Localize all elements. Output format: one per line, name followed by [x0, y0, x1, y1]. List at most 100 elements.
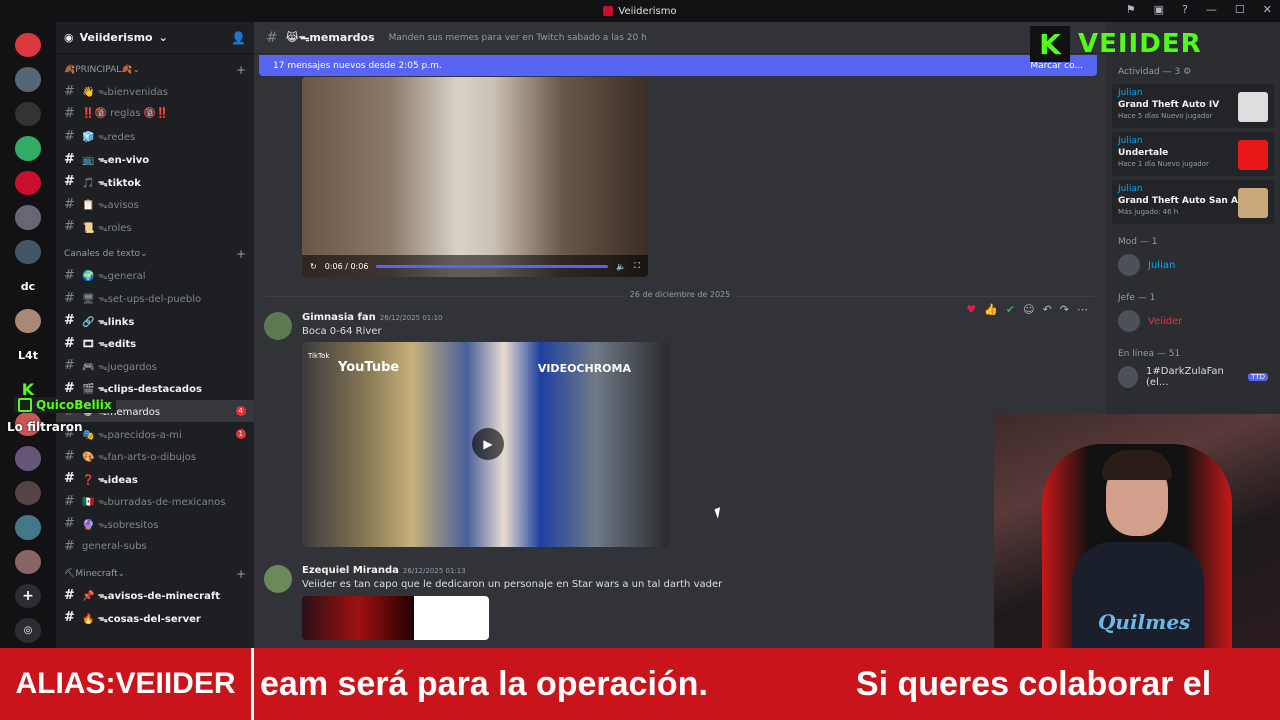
hash-icon: #	[64, 219, 75, 235]
channel-item[interactable]: # 🧊 ᯓredes	[56, 125, 254, 148]
activity-card[interactable]: Julian Grand Theft Auto IV Hace 5 días Nue…	[1112, 84, 1274, 128]
create-channel-icon[interactable]: +	[236, 247, 246, 261]
guild-name: Veiiderismo	[79, 31, 153, 44]
thumbs-up-reaction-icon[interactable]: 👍	[984, 303, 998, 316]
channel-name: 📺 ᯓen-vivo	[82, 155, 150, 167]
server-icon[interactable]: L4t	[15, 343, 41, 367]
server-icon[interactable]	[15, 101, 41, 127]
channel-item[interactable]: # 📺 ᯓen-vivo	[56, 148, 254, 171]
inbox-icon[interactable]: ⚑	[1126, 3, 1136, 16]
avatar[interactable]	[264, 312, 292, 340]
close-button[interactable]: ✕	[1263, 3, 1272, 16]
channel-item[interactable]: # 📜 ᯓroles	[56, 216, 254, 239]
hash-icon: #	[64, 174, 75, 190]
minimize-button[interactable]: —	[1206, 3, 1217, 16]
member-item[interactable]: Julian	[1106, 250, 1280, 280]
channel-item[interactable]: # ‼️🔞 reglas 🔞‼️	[56, 103, 254, 126]
server-icon[interactable]	[15, 205, 41, 230]
message-author[interactable]: Gimnasia fan 26/12/2025 01:10	[302, 312, 443, 323]
channel-item[interactable]: # 🎵 ᯓtiktok	[56, 170, 254, 193]
channel-topic: Manden sus memes para ver en Twitch saba…	[388, 32, 647, 43]
server-icon[interactable]	[15, 136, 41, 161]
heart-reaction-icon[interactable]: ♥	[966, 303, 976, 316]
video-attachment-2[interactable]: TikTok YouTube VIDEOCHROMA ▶	[302, 342, 669, 547]
maximize-button[interactable]: ☐	[1235, 3, 1245, 16]
server-icon[interactable]	[15, 239, 41, 265]
reply-icon[interactable]: ↶	[1043, 303, 1052, 316]
activity-meta: Hace 5 días	[1118, 112, 1159, 120]
create-channel-icon[interactable]: +	[236, 567, 246, 581]
channel-category[interactable]: Canales de texto ⌄ +	[56, 244, 254, 264]
channel-item[interactable]: # 🇲🇽 ᯓburradas-de-mexicanos	[56, 490, 254, 513]
compass-icon[interactable]: ◎	[15, 618, 41, 643]
avatar[interactable]	[264, 565, 292, 593]
video-attachment-1[interactable]: ↻ 0:06 / 0:06 🔈 ⛶	[302, 77, 648, 277]
channel-item[interactable]: # 🌍 ᯓgeneral	[56, 264, 254, 287]
channel-category[interactable]: ⛏Minecraft ⌄ +	[56, 564, 254, 584]
channel-item[interactable]: # 📌 ᯓavisos-de-minecraft	[56, 584, 254, 607]
server-icon[interactable]	[15, 67, 41, 92]
server-icon[interactable]	[15, 446, 41, 471]
server-icon[interactable]	[15, 480, 41, 506]
channel-item[interactable]: # 🎭 ᯓparecidos-a-mi 1	[56, 422, 254, 445]
member-name: 1#DarkZulaFan (el...	[1146, 366, 1224, 388]
image-attachment[interactable]	[302, 596, 489, 640]
author-name[interactable]: Ezequiel Miranda	[302, 565, 399, 576]
chat-bubble-icon	[18, 398, 32, 412]
gear-icon[interactable]: ⚙	[1183, 67, 1191, 77]
channel-item[interactable]: # 👋 ᯓbienvenidas	[56, 80, 254, 103]
channel-item[interactable]: # 🎮 ᯓjuegardos	[56, 355, 254, 378]
channel-item[interactable]: # 🖥 ᯓset-ups-del-pueblo	[56, 287, 254, 310]
streamer-hair	[1102, 450, 1172, 480]
server-icon[interactable]	[15, 308, 41, 333]
channel-name: 🎮 ᯓjuegardos	[82, 361, 157, 373]
window-controls: ⚑ ▣ ? — ☐ ✕	[1126, 3, 1272, 16]
activity-extra: Nuevo jugador	[1157, 160, 1209, 168]
check-reaction-icon[interactable]: ✔	[1006, 303, 1015, 316]
category-name: 🍂PRINCIPAL🍂	[64, 65, 133, 75]
ticker-text-2: Si queres colaborar el	[855, 664, 1212, 703]
new-messages-bar[interactable]: 17 mensajes nuevos desde 2:05 p.m. Marca…	[259, 55, 1097, 76]
channel-category[interactable]: 🍂PRINCIPAL🍂 ⌄ +	[56, 60, 254, 80]
screen-icon[interactable]: ▣	[1154, 3, 1164, 16]
channel-item[interactable]: # 📋 ᯓavisos	[56, 193, 254, 216]
member-item[interactable]: Veiider	[1106, 306, 1280, 336]
add-reaction-icon[interactable]: ☺	[1023, 303, 1034, 316]
server-icon[interactable]	[15, 515, 41, 540]
server-icon[interactable]: dc	[15, 274, 41, 298]
replay-icon[interactable]: ↻	[310, 262, 317, 271]
message-author[interactable]: Ezequiel Miranda 26/12/2025 01:13	[302, 565, 466, 576]
forward-icon[interactable]: ↷	[1060, 303, 1069, 316]
channel-item[interactable]: # 🔗 ᯓlinks	[56, 309, 254, 332]
server-icon[interactable]	[15, 33, 41, 58]
invite-people-icon[interactable]: 👤	[231, 31, 246, 45]
add-server-icon[interactable]: +	[15, 584, 41, 609]
more-icon[interactable]: ⋯	[1077, 303, 1088, 316]
create-channel-icon[interactable]: +	[236, 63, 246, 77]
video-progress-bar[interactable]	[376, 264, 609, 268]
channel-item[interactable]: # general-subs	[56, 535, 254, 558]
member-item[interactable]: 1#DarkZulaFan (el... TTD	[1106, 362, 1280, 392]
kick-logo: K	[1030, 26, 1070, 62]
volume-icon[interactable]: 🔈	[616, 262, 626, 271]
channel-item[interactable]: # 🔥 ᯓcosas-del-server	[56, 606, 254, 629]
channel-name: 🔗 ᯓlinks	[82, 316, 135, 328]
channel-item[interactable]: # 🎨 ᯓfan-arts-o-dibujos	[56, 445, 254, 468]
fullscreen-icon[interactable]: ⛶	[634, 261, 640, 271]
play-icon[interactable]: ▶	[472, 428, 504, 460]
channel-item[interactable]: # 🔮 ᯓsobresitos	[56, 513, 254, 536]
author-name[interactable]: Gimnasia fan	[302, 312, 376, 323]
hash-icon: #	[64, 493, 75, 509]
channel-item[interactable]: # ❓ ᯓideas	[56, 468, 254, 491]
date-divider-label: 26 de diciembre de 2025	[623, 290, 737, 299]
app-root: Veiiderismo ⚑ ▣ ? — ☐ ✕ dc L4t K + ◎ ◉ Veiid…	[0, 0, 1280, 720]
channel-name: 🧊 ᯓredes	[82, 132, 136, 144]
server-icon[interactable]	[15, 549, 41, 574]
activity-card[interactable]: Julian Grand Theft Auto San Andr... Más ju…	[1112, 180, 1274, 224]
guild-header[interactable]: ◉ Veiiderismo ⌄ 👤	[56, 22, 254, 54]
help-icon[interactable]: ?	[1182, 3, 1188, 16]
mention-badge: 4	[235, 406, 246, 417]
channel-item[interactable]: # 🎞 ᯓedits	[56, 332, 254, 355]
server-icon[interactable]	[15, 170, 41, 196]
activity-card[interactable]: Julian Undertale Hace 1 día Nuevo jugador	[1112, 132, 1274, 176]
